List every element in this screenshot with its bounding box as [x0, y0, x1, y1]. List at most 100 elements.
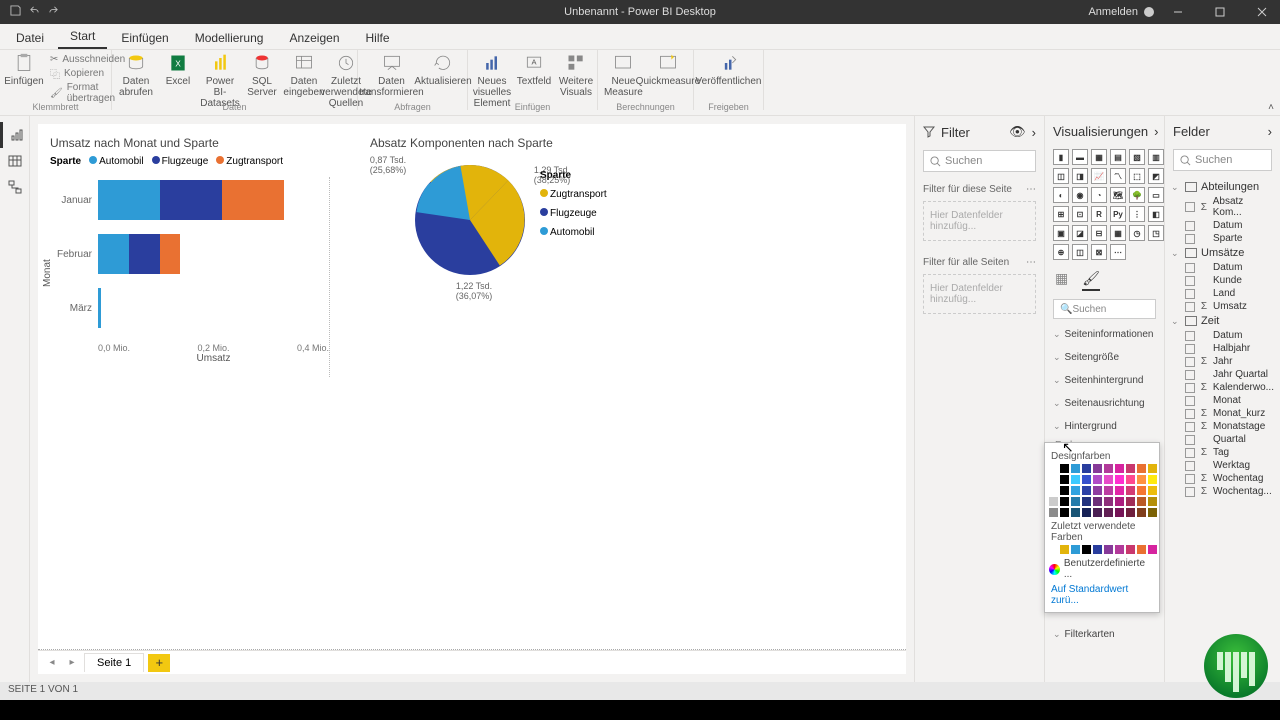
viz-type-23[interactable]: ◧	[1148, 206, 1164, 222]
viz-type-30[interactable]: ⊕	[1053, 244, 1069, 260]
viz-type-33[interactable]: ⋯	[1110, 244, 1126, 260]
fmt-filterkarten[interactable]: Filterkarten	[1045, 623, 1164, 646]
swatch-shade[interactable]	[1148, 508, 1157, 517]
fields-search[interactable]: Suchen	[1173, 149, 1272, 171]
swatch-shade[interactable]	[1104, 475, 1113, 484]
swatch-shade[interactable]	[1060, 497, 1069, 506]
swatch-shade[interactable]	[1071, 497, 1080, 506]
swatch-recent[interactable]	[1082, 545, 1091, 554]
field-Wochentag[interactable]: ΣWochentag	[1167, 472, 1278, 485]
swatch-recent[interactable]	[1060, 545, 1069, 554]
viz-type-10[interactable]: ⬚	[1129, 168, 1145, 184]
viz-type-15[interactable]: 🗺	[1110, 187, 1126, 203]
viz-type-9[interactable]: 〽	[1110, 168, 1126, 184]
swatch-shade[interactable]	[1071, 475, 1080, 484]
tab-einfuegen[interactable]: Einfügen	[109, 26, 180, 49]
enter-data-button[interactable]: Daten eingeben	[288, 52, 320, 98]
swatch-shade[interactable]	[1082, 497, 1091, 506]
swatch-shade[interactable]	[1060, 486, 1069, 495]
tab-modellierung[interactable]: Modellierung	[183, 26, 276, 49]
field-Tag[interactable]: ΣTag	[1167, 446, 1278, 459]
viz-type-17[interactable]: ▭	[1148, 187, 1164, 203]
field-Datum[interactable]: Datum	[1167, 219, 1278, 232]
swatch[interactable]	[1115, 464, 1124, 473]
swatch-shade[interactable]	[1115, 497, 1124, 506]
swatch[interactable]	[1137, 464, 1146, 473]
fields-tab-icon[interactable]: ▦	[1055, 270, 1068, 291]
swatch[interactable]	[1071, 464, 1080, 473]
format-tab-icon[interactable]: 🖌	[1082, 270, 1100, 291]
viz-type-14[interactable]: ◔	[1091, 187, 1107, 203]
new-visual-button[interactable]: Neues visuelles Element	[476, 52, 508, 109]
custom-color-button[interactable]: Benutzerdefinierte ...	[1049, 558, 1155, 580]
field-Monat[interactable]: Monat	[1167, 394, 1278, 407]
swatch-shade[interactable]	[1115, 475, 1124, 484]
refresh-button[interactable]: Aktualisieren	[427, 52, 459, 87]
swatch-shade[interactable]	[1148, 475, 1157, 484]
prev-page[interactable]: ◂	[44, 657, 60, 668]
save-icon[interactable]	[10, 5, 21, 19]
swatch-shade[interactable]	[1137, 508, 1146, 517]
viz-type-32[interactable]: ⊠	[1091, 244, 1107, 260]
viz-type-27[interactable]: ▦	[1110, 225, 1126, 241]
field-Monatstage[interactable]: ΣMonatstage	[1167, 420, 1278, 433]
viz-type-19[interactable]: ⊡	[1072, 206, 1088, 222]
swatch[interactable]	[1060, 464, 1069, 473]
ribbon-collapse-icon[interactable]: ˄	[1268, 102, 1274, 113]
viz-type-4[interactable]: ▧	[1129, 149, 1145, 165]
field-Sparte[interactable]: Sparte	[1167, 232, 1278, 245]
next-page[interactable]: ▸	[64, 657, 80, 668]
swatch-shade[interactable]	[1104, 497, 1113, 506]
report-canvas[interactable]: Umsatz nach Monat und Sparte Sparte Auto…	[38, 124, 906, 674]
login-link[interactable]: Anmelden	[1088, 6, 1138, 18]
viz-type-2[interactable]: ▦	[1091, 149, 1107, 165]
swatch-recent[interactable]	[1093, 545, 1102, 554]
transform-data-button[interactable]: Daten transformieren	[366, 52, 417, 98]
swatch-recent[interactable]	[1126, 545, 1135, 554]
viz-type-25[interactable]: ◪	[1072, 225, 1088, 241]
viz-type-3[interactable]: ▤	[1110, 149, 1126, 165]
swatch-shade[interactable]	[1060, 508, 1069, 517]
tab-datei[interactable]: Datei	[4, 26, 56, 49]
swatch-recent[interactable]	[1137, 545, 1146, 554]
tab-hilfe[interactable]: Hilfe	[354, 26, 402, 49]
fmt-seitenausrichtung[interactable]: Seitenausrichtung	[1045, 392, 1164, 415]
viz-type-1[interactable]: ▬	[1072, 149, 1088, 165]
redo-icon[interactable]	[48, 5, 59, 19]
swatch-shade[interactable]	[1082, 475, 1091, 484]
field-Werktag[interactable]: Werktag	[1167, 459, 1278, 472]
viz-type-7[interactable]: ◨	[1072, 168, 1088, 184]
swatch-shade[interactable]	[1126, 508, 1135, 517]
swatch-shade[interactable]	[1071, 486, 1080, 495]
fmt-seitengroesse[interactable]: Seitengröße	[1045, 346, 1164, 369]
swatch-shade[interactable]	[1126, 475, 1135, 484]
viz-type-11[interactable]: ◩	[1148, 168, 1164, 184]
swatch-shade[interactable]	[1082, 508, 1091, 517]
collapse-filter[interactable]: ›	[1032, 125, 1036, 140]
viz-type-28[interactable]: ◷	[1129, 225, 1145, 241]
viz-type-21[interactable]: Py	[1110, 206, 1126, 222]
viz-type-26[interactable]: ⊟	[1091, 225, 1107, 241]
swatch-shade[interactable]	[1115, 508, 1124, 517]
viz-type-16[interactable]: 🌳	[1129, 187, 1145, 203]
swatch-recent[interactable]	[1104, 545, 1113, 554]
tab-anzeigen[interactable]: Anzeigen	[277, 26, 351, 49]
swatch-shade[interactable]	[1093, 486, 1102, 495]
field-Umsatz[interactable]: ΣUmsatz	[1167, 300, 1278, 313]
viz-type-12[interactable]: ◐	[1053, 187, 1069, 203]
swatch-shade[interactable]	[1082, 486, 1091, 495]
swatch-shade[interactable]	[1093, 508, 1102, 517]
table-Umsätze[interactable]: ⌄Umsätze	[1167, 245, 1278, 261]
swatch-shade[interactable]	[1137, 497, 1146, 506]
swatch-shade[interactable]	[1126, 486, 1135, 495]
swatch-shade[interactable]	[1148, 486, 1157, 495]
maximize-button[interactable]	[1202, 0, 1238, 24]
swatch-shade[interactable]	[1093, 497, 1102, 506]
swatch-shade[interactable]	[1126, 497, 1135, 506]
field-Jahr[interactable]: ΣJahr	[1167, 355, 1278, 368]
viz-type-18[interactable]: ⊞	[1053, 206, 1069, 222]
field-Jahr Quartal[interactable]: Jahr Quartal	[1167, 368, 1278, 381]
viz-type-22[interactable]: ⋮	[1129, 206, 1145, 222]
swatch[interactable]	[1126, 464, 1135, 473]
viz-search[interactable]: 🔍 Suchen	[1053, 299, 1156, 319]
